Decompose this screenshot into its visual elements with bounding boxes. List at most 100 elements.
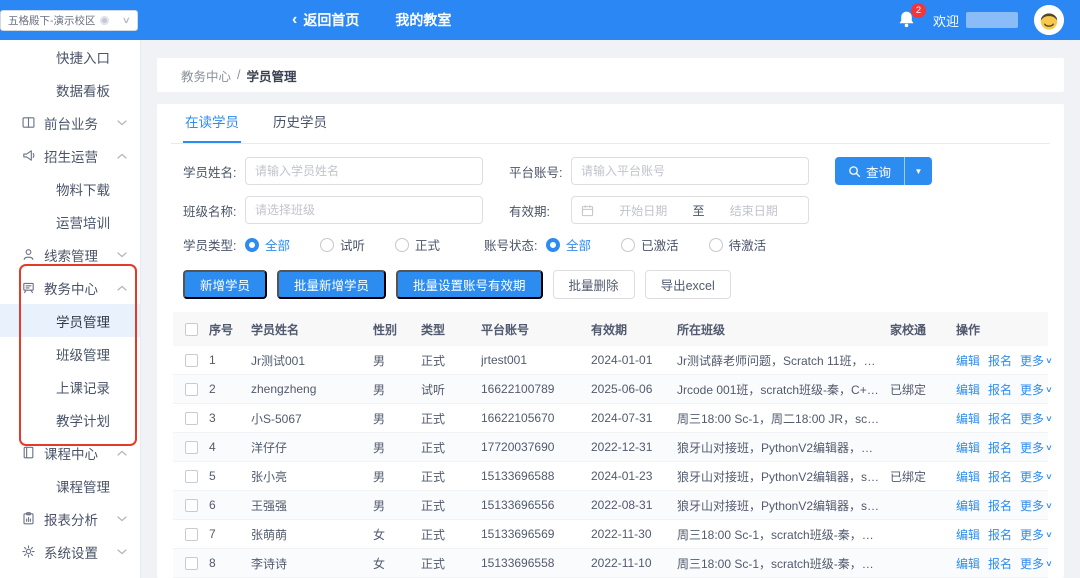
campus-select[interactable]: 五格殿下-演示校区 ∨ [0, 10, 138, 31]
enroll-link[interactable]: 报名 [988, 526, 1012, 543]
cell-type: 正式 [421, 352, 481, 369]
student-type-radio-试听[interactable]: 试听 [320, 235, 365, 254]
sidebar-item-class-management[interactable]: 班级管理 [0, 337, 140, 370]
sidebar-item-data-dashboard[interactable]: 数据看板 [0, 73, 140, 106]
more-link[interactable]: 更多∨ [1020, 555, 1052, 572]
edit-link[interactable]: 编辑 [956, 381, 980, 398]
tab-history-students[interactable]: 历史学员 [271, 111, 329, 143]
student-name-input[interactable] [245, 157, 483, 185]
more-link[interactable]: 更多∨ [1020, 439, 1052, 456]
cell-platform-account: 17720037690 [481, 440, 591, 454]
edit-link[interactable]: 编辑 [956, 526, 980, 543]
calendar-icon [581, 204, 594, 217]
edit-link[interactable]: 编辑 [956, 352, 980, 369]
notification-bell-icon[interactable]: 2 [897, 9, 917, 31]
edit-link[interactable]: 编辑 [956, 410, 980, 427]
sidebar-item-quick-entry[interactable]: 快捷入口 [0, 40, 140, 73]
enroll-link[interactable]: 报名 [988, 468, 1012, 485]
sidebar-item-admissions-ops[interactable]: 招生运营 [0, 139, 140, 172]
enroll-link[interactable]: 报名 [988, 410, 1012, 427]
sidebar-item-ops-training[interactable]: 运营培训 [0, 205, 140, 238]
query-dropdown-button[interactable]: ▼ [904, 157, 932, 185]
more-link[interactable]: 更多∨ [1020, 526, 1052, 543]
account-status-radio-已激活[interactable]: 已激活 [621, 235, 679, 254]
sidebar-item-academic-center[interactable]: 教务中心 [0, 271, 140, 304]
row-checkbox[interactable] [185, 441, 198, 454]
welcome-area: 欢迎 [933, 11, 1018, 30]
row-checkbox[interactable] [185, 383, 198, 396]
sidebar-item-material-download[interactable]: 物料下载 [0, 172, 140, 205]
header-checkbox-cell [173, 323, 209, 336]
enroll-link[interactable]: 报名 [988, 497, 1012, 514]
export-excel-button[interactable]: 导出excel [645, 270, 731, 299]
more-link[interactable]: 更多∨ [1020, 468, 1052, 485]
window-icon [21, 115, 36, 130]
row-checkbox[interactable] [185, 470, 198, 483]
sidebar-item-lesson-records[interactable]: 上课记录 [0, 370, 140, 403]
more-link[interactable]: 更多∨ [1020, 497, 1052, 514]
notification-badge: 2 [911, 3, 926, 18]
sidebar-item-course-management[interactable]: 课程管理 [0, 469, 140, 502]
sidebar-item-label: 物料下载 [56, 179, 110, 199]
back-home-link[interactable]: ‹ 返回首页 [292, 10, 359, 30]
student-type-radio-全部[interactable]: 全部 [245, 235, 290, 254]
row-checkbox[interactable] [185, 528, 198, 541]
edit-link[interactable]: 编辑 [956, 468, 980, 485]
edit-link[interactable]: 编辑 [956, 555, 980, 572]
cell-index: 7 [209, 527, 251, 541]
user-avatar[interactable] [1034, 5, 1064, 35]
query-button-label: 查询 [866, 162, 891, 181]
cell-validity: 2024-01-23 [591, 469, 677, 483]
welcome-label: 欢迎 [933, 11, 959, 30]
sidebar-item-student-management[interactable]: 学员管理 [0, 304, 140, 337]
batch-delete-button[interactable]: 批量删除 [553, 270, 635, 299]
table-row: 7张萌萌女正式151336965692022-11-30周三18:00 Sc-1… [173, 520, 1048, 549]
more-link[interactable]: 更多∨ [1020, 410, 1052, 427]
more-link[interactable]: 更多∨ [1020, 352, 1052, 369]
validity-label: 有效期: [509, 201, 571, 220]
sidebar-item-front-desk[interactable]: 前台业务 [0, 106, 140, 139]
enroll-link[interactable]: 报名 [988, 352, 1012, 369]
sidebar-item-report-analysis[interactable]: 报表分析 [0, 502, 140, 535]
batch-add-students-button[interactable]: 批量新增学员 [277, 270, 386, 299]
row-checkbox[interactable] [185, 499, 198, 512]
select-all-checkbox[interactable] [185, 323, 198, 336]
sidebar-item-teaching-plan[interactable]: 教学计划 [0, 403, 140, 436]
sidebar-item-leads-management[interactable]: 线索管理 [0, 238, 140, 271]
column-header-2: 学员姓名 [251, 321, 373, 338]
validity-daterange-picker[interactable]: 开始日期 至 结束日期 [571, 196, 809, 224]
row-checkbox[interactable] [185, 557, 198, 570]
platform-account-input[interactable] [571, 157, 809, 185]
radio-label: 正式 [415, 235, 440, 254]
enroll-link[interactable]: 报名 [988, 381, 1012, 398]
cell-type: 正式 [421, 555, 481, 572]
cell-student-name: Jr测试001 [251, 352, 373, 369]
class-name-input[interactable] [245, 196, 483, 224]
enroll-link[interactable]: 报名 [988, 439, 1012, 456]
column-header-9: 操作 [956, 321, 1048, 338]
row-checkbox[interactable] [185, 412, 198, 425]
main-content: 教务中心 / 学员管理 在读学员历史学员 学员姓名: 平台账号: [141, 40, 1080, 578]
edit-link[interactable]: 编辑 [956, 439, 980, 456]
more-link[interactable]: 更多∨ [1020, 381, 1052, 398]
batch-set-validity-button[interactable]: 批量设置账号有效期 [396, 270, 543, 299]
add-student-button[interactable]: 新增学员 [183, 270, 267, 299]
breadcrumb-section: 教务中心 [181, 66, 231, 85]
sidebar-item-label: 快捷入口 [56, 47, 110, 67]
cell-classes: 狼牙山对接班，PythonV2编辑器，Scratch课程1班，scratch班级… [677, 439, 890, 456]
sidebar-item-course-center[interactable]: 课程中心 [0, 436, 140, 469]
sidebar-item-system-settings[interactable]: 系统设置 [0, 535, 140, 568]
row-checkbox[interactable] [185, 354, 198, 367]
account-status-radio-待激活[interactable]: 待激活 [709, 235, 767, 254]
edit-link[interactable]: 编辑 [956, 497, 980, 514]
end-date-placeholder: 结束日期 [709, 202, 800, 219]
toolbar: 新增学员批量新增学员批量设置账号有效期批量删除导出excel [171, 265, 1050, 312]
column-header-4: 类型 [421, 321, 481, 338]
my-classroom-link[interactable]: 我的教室 [395, 10, 451, 30]
query-button[interactable]: 查询 [835, 157, 904, 185]
tab-current-students[interactable]: 在读学员 [183, 111, 241, 143]
account-status-radio-全部[interactable]: 全部 [546, 235, 591, 254]
enroll-link[interactable]: 报名 [988, 555, 1012, 572]
student-type-radio-正式[interactable]: 正式 [395, 235, 440, 254]
table-row: 4洋仔仔男正式177200376902022-12-31狼牙山对接班，Pytho… [173, 433, 1048, 462]
